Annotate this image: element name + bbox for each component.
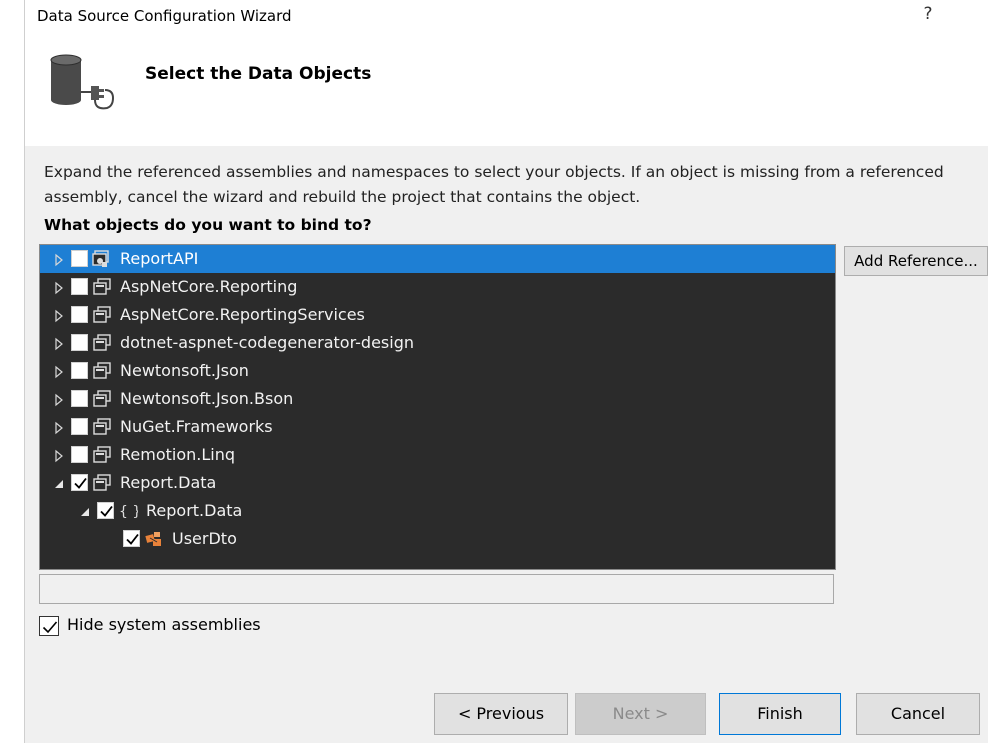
tree-item-checkbox[interactable] [71,334,88,351]
object-description-box [39,574,834,604]
tree-item[interactable]: ReportAPI [40,245,835,273]
tree-item-checkbox[interactable] [71,306,88,323]
expand-arrow-collapsed-icon[interactable] [52,420,66,435]
assembly-icon [92,278,112,296]
wizard-header: Select the Data Objects [25,34,988,146]
tree-item[interactable]: Report.Data [40,469,835,497]
tree-item-checkbox[interactable] [71,278,88,295]
database-plug-icon [50,54,115,110]
assembly-icon [92,306,112,324]
cancel-button[interactable]: Cancel [856,693,980,735]
tree-item[interactable]: { } Report.Data [40,497,835,525]
tree-item-checkbox[interactable] [97,502,114,519]
tree-item[interactable]: AspNetCore.ReportingServices [40,301,835,329]
objects-tree[interactable]: ReportAPI AspNetCore.Reporting AspNetCore.… [39,244,836,570]
tree-item-label: AspNetCore.ReportingServices [120,305,365,324]
assembly-icon [92,446,112,464]
assembly-icon [92,334,112,352]
checkmark-icon [42,621,58,634]
wizard-content: Expand the referenced assemblies and nam… [25,146,988,670]
close-button[interactable] [983,2,988,30]
assembly-icon [92,362,112,380]
finish-button[interactable]: Finish [719,693,841,735]
tree-item-label: Newtonsoft.Json [120,361,249,380]
expand-arrow-collapsed-icon[interactable] [52,336,66,351]
tree-item[interactable]: Newtonsoft.Json.Bson [40,385,835,413]
next-button[interactable]: Next > [575,693,706,735]
objects-question-label: What objects do you want to bind to? [44,216,372,234]
expand-arrow-expanded-icon[interactable] [52,476,66,490]
svg-text:{ }: { } [119,504,138,520]
tree-item-checkbox[interactable] [71,474,88,491]
tree-item-label: NuGet.Frameworks [120,417,273,436]
tree-item[interactable]: Remotion.Linq [40,441,835,469]
expand-arrow-collapsed-icon[interactable] [52,392,66,407]
tree-item-checkbox[interactable] [71,446,88,463]
tree-item[interactable]: UserDto [40,525,835,553]
assembly-icon [92,390,112,408]
tree-item-label: AspNetCore.Reporting [120,277,298,296]
page-title: Select the Data Objects [145,64,372,84]
assembly-icon [92,474,112,492]
expand-arrow-collapsed-icon[interactable] [52,448,66,463]
tree-item-label: Newtonsoft.Json.Bson [120,389,294,408]
assembly-icon [92,418,112,436]
expand-arrow-collapsed-icon[interactable] [52,280,66,295]
instructions-text: Expand the referenced assemblies and nam… [44,163,944,206]
tree-item-label: Report.Data [120,473,217,492]
tree-item[interactable]: Newtonsoft.Json [40,357,835,385]
namespace-icon: { } [118,502,141,520]
add-reference-button[interactable]: Add Reference... [844,246,988,276]
background-window-edge [0,0,25,743]
tree-item[interactable]: dotnet-aspnet-codegenerator-design [40,329,835,357]
class-icon [144,530,164,548]
project-icon [92,250,112,268]
tree-item-label: ReportAPI [120,249,199,268]
tree-item-label: Remotion.Linq [120,445,236,464]
expand-arrow-collapsed-icon[interactable] [52,364,66,379]
tree-item[interactable]: AspNetCore.Reporting [40,273,835,301]
tree-item-checkbox[interactable] [123,530,140,547]
previous-button[interactable]: < Previous [434,693,568,735]
tree-item-checkbox[interactable] [71,390,88,407]
close-icon [983,2,988,30]
expand-arrow-collapsed-icon[interactable] [52,308,66,323]
window-title: Data Source Configuration Wizard [37,7,292,25]
hide-system-assemblies-label: Hide system assemblies [67,615,261,634]
tree-item[interactable]: NuGet.Frameworks [40,413,835,441]
expand-arrow-collapsed-icon[interactable] [52,252,66,267]
tree-item-checkbox[interactable] [71,250,88,267]
tree-item-label: dotnet-aspnet-codegenerator-design [120,333,414,352]
tree-item-label: UserDto [172,529,237,548]
tree-item-checkbox[interactable] [71,362,88,379]
title-bar: Data Source Configuration Wizard ? [25,0,988,34]
tree-item-label: Report.Data [146,501,243,520]
expand-arrow-expanded-icon[interactable] [78,504,92,518]
tree-item-checkbox[interactable] [71,418,88,435]
wizard-footer: < Previous Next > Finish Cancel [25,670,988,743]
help-button[interactable]: ? [918,4,938,28]
hide-system-assemblies-checkbox[interactable] [39,616,59,636]
